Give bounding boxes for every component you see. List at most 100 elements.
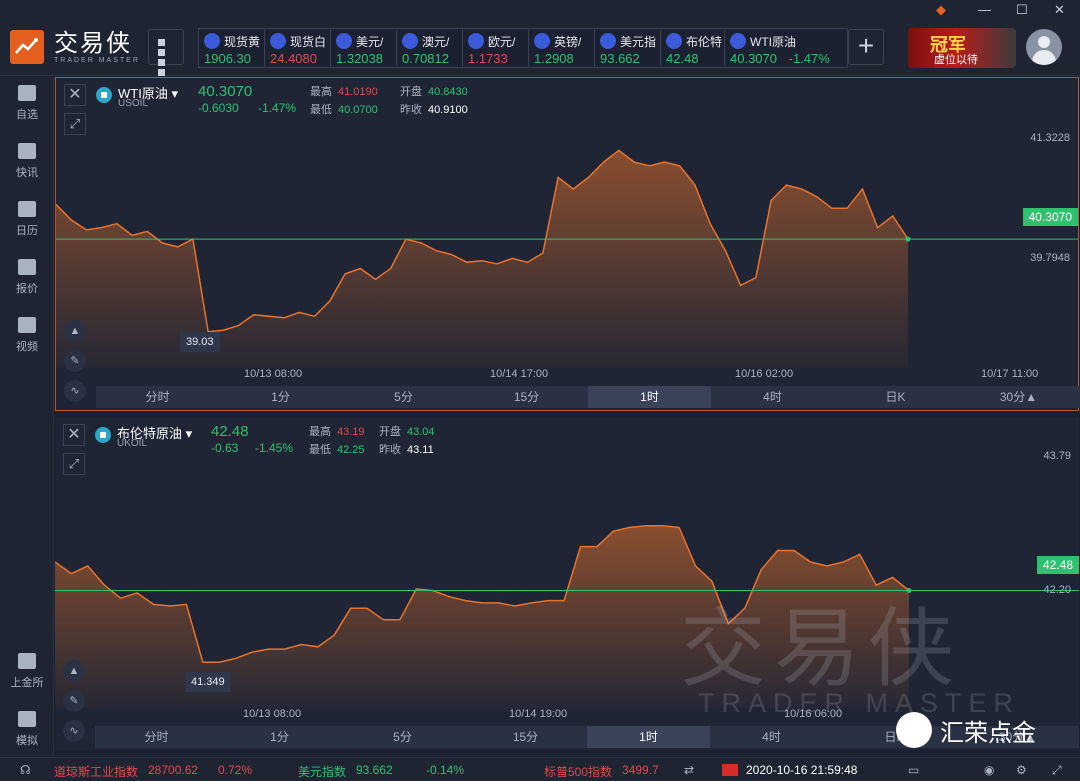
ticker-item[interactable]: 美元指 93.662 bbox=[594, 28, 660, 68]
x-tick-label: 10/14 17:00 bbox=[490, 368, 549, 380]
sidebar-item[interactable]: 报价 bbox=[0, 259, 54, 296]
logo-subtitle: TRADER MASTER bbox=[54, 56, 140, 64]
ticker-name: 现货黄 bbox=[224, 34, 261, 49]
ticker-name: 美元指 bbox=[620, 34, 657, 49]
timeframe-tab[interactable]: 15分 bbox=[465, 386, 588, 408]
ticker-name: 美元/ bbox=[356, 34, 384, 49]
avatar[interactable] bbox=[1026, 29, 1062, 65]
ticker-name: 澳元/ bbox=[422, 34, 450, 49]
timeframe-tab[interactable]: 4时 bbox=[710, 726, 833, 748]
ticker-value: 1.2908 bbox=[534, 51, 574, 66]
mountain-chart-icon[interactable]: ▲ bbox=[63, 660, 85, 682]
y-tick-label: 41.3228 bbox=[1030, 132, 1070, 144]
stat-open: 开盘 43.04 bbox=[379, 426, 435, 438]
sidebar-item-label: 报价 bbox=[16, 283, 38, 295]
sidebar-item[interactable]: 自选 bbox=[0, 85, 54, 122]
close-icon[interactable]: ✕ bbox=[1054, 2, 1065, 18]
logo-icon bbox=[10, 30, 44, 64]
oil-icon bbox=[96, 87, 112, 103]
expand-icon[interactable]: ⤢ bbox=[63, 453, 85, 475]
x-tick-label: 10/14 19:00 bbox=[509, 708, 568, 720]
timeframe-tab[interactable]: 4时 bbox=[711, 386, 834, 408]
ticker-item[interactable]: 现货白 24.4080 bbox=[264, 28, 330, 68]
timeframe-tab[interactable]: 15分 bbox=[464, 726, 587, 748]
ticker-name: 英镑/ bbox=[554, 34, 582, 49]
usd-index-label[interactable]: 美元指数 bbox=[298, 763, 346, 780]
camera-icon[interactable]: ◉ bbox=[984, 763, 994, 777]
ticker-value: 93.662 bbox=[600, 51, 640, 66]
last-price: 40.3070 bbox=[198, 83, 253, 100]
layout-grid-button[interactable] bbox=[148, 29, 184, 76]
video-icon bbox=[18, 317, 36, 333]
symbol-code: UKOIL bbox=[117, 438, 148, 449]
sidebar-item[interactable]: 日历 bbox=[0, 201, 54, 238]
indicator-icon[interactable]: ∿ bbox=[63, 720, 85, 742]
screen-icon[interactable]: ▭ bbox=[908, 763, 919, 777]
ticker-item[interactable]: 布伦特 42.48 bbox=[660, 28, 724, 68]
datetime: 2020-10-16 21:59:48 bbox=[746, 763, 858, 777]
sidebar-item[interactable]: 快讯 bbox=[0, 143, 54, 180]
quote-icon bbox=[18, 259, 36, 275]
maximize-icon[interactable]: ☐ bbox=[1016, 2, 1028, 18]
dji-label[interactable]: 道琼斯工业指数 bbox=[54, 763, 138, 780]
news-icon bbox=[18, 143, 36, 159]
price-change-pct: -1.47% bbox=[258, 101, 297, 115]
timeframe-tab[interactable]: 1分 bbox=[219, 386, 342, 408]
timeframe-tab[interactable]: 日K bbox=[834, 386, 957, 408]
x-tick-label: 10/17 11:00 bbox=[981, 368, 1039, 380]
expand-icon[interactable]: ⤢ bbox=[64, 113, 86, 135]
ticker-value: 1.32038 bbox=[336, 51, 383, 66]
china-flag-icon bbox=[722, 764, 738, 776]
indicator-icon[interactable]: ∿ bbox=[64, 380, 86, 402]
stat-open: 开盘 40.8430 bbox=[400, 86, 468, 98]
app-logo: 交易侠 TRADER MASTER bbox=[10, 30, 140, 64]
close-panel-button[interactable]: ✕ bbox=[63, 424, 85, 446]
translate-icon[interactable]: ⇄ bbox=[684, 763, 694, 777]
add-ticker-button[interactable]: + bbox=[848, 29, 884, 65]
fullscreen-icon[interactable]: ⤢ bbox=[1052, 763, 1062, 778]
sidebar-item[interactable]: 模拟 bbox=[0, 711, 54, 748]
wti-chart bbox=[56, 149, 1078, 368]
ticker-item[interactable]: 欧元/1.1733 bbox=[462, 28, 528, 68]
ticker-item[interactable]: WTI原油 40.3070 -1.47% bbox=[724, 28, 848, 68]
timeframe-tab[interactable]: 1时 bbox=[588, 386, 711, 408]
timeframe-tab[interactable]: 5分 bbox=[341, 726, 464, 748]
wechat-icon bbox=[896, 712, 932, 748]
timeframe-bar: 分时 1分 5分 15分 1时 4时 日K 30分▲ bbox=[96, 386, 1080, 408]
promo-banner[interactable]: 冠军 虚位以待 bbox=[908, 28, 1016, 68]
stat-prev-close: 昨收 40.9100 bbox=[400, 104, 468, 116]
calendar-icon bbox=[18, 201, 36, 217]
sidebar-item[interactable]: 视频 bbox=[0, 317, 54, 354]
ticker-item[interactable]: 澳元/0.70812 bbox=[396, 28, 462, 68]
sidebar-item[interactable]: 上金所 bbox=[0, 653, 54, 690]
gold-icon bbox=[204, 33, 220, 49]
ticker-item[interactable]: 现货黄 1906.30 bbox=[198, 28, 264, 68]
timeframe-tab[interactable]: 分时 bbox=[96, 386, 219, 408]
ticker-item[interactable]: 英镑/1.2908 bbox=[528, 28, 594, 68]
settings-icon[interactable]: ⚙ bbox=[1016, 763, 1027, 777]
sp500-label[interactable]: 标普500指数 bbox=[544, 763, 612, 780]
x-tick-label: 10/16 02:00 bbox=[735, 368, 794, 380]
timeframe-tab[interactable]: 5分 bbox=[342, 386, 465, 408]
close-panel-button[interactable]: ✕ bbox=[64, 84, 86, 106]
sidebar-item-label: 日历 bbox=[16, 225, 38, 237]
skin-icon[interactable]: ◆ bbox=[936, 2, 946, 18]
timeframe-tab[interactable]: 1时 bbox=[587, 726, 710, 748]
draw-pen-icon[interactable]: ✎ bbox=[63, 690, 85, 712]
ticker-name: WTI原油 bbox=[750, 34, 796, 49]
timeframe-tab[interactable]: 1分 bbox=[218, 726, 341, 748]
mountain-chart-icon[interactable]: ▲ bbox=[64, 320, 86, 342]
ticker-item[interactable]: 美元/1.32038 bbox=[330, 28, 396, 68]
stat-low: 最低 42.25 bbox=[309, 444, 365, 456]
minimize-icon[interactable]: — bbox=[978, 2, 991, 17]
price-change: -0.6030 bbox=[198, 101, 239, 115]
timeframe-tab[interactable]: 分时 bbox=[95, 726, 218, 748]
wechat-badge: 汇荣点金 bbox=[896, 712, 1036, 748]
sidebar-item-label: 快讯 bbox=[16, 167, 38, 179]
flag-icon bbox=[468, 33, 484, 49]
current-price-tag: 42.48 bbox=[1036, 556, 1079, 574]
draw-pen-icon[interactable]: ✎ bbox=[64, 350, 86, 372]
headset-icon[interactable]: ☊ bbox=[20, 763, 31, 777]
timeframe-tab[interactable]: 30分▲ bbox=[957, 386, 1080, 408]
min-price-tag: 39.03 bbox=[180, 332, 220, 352]
